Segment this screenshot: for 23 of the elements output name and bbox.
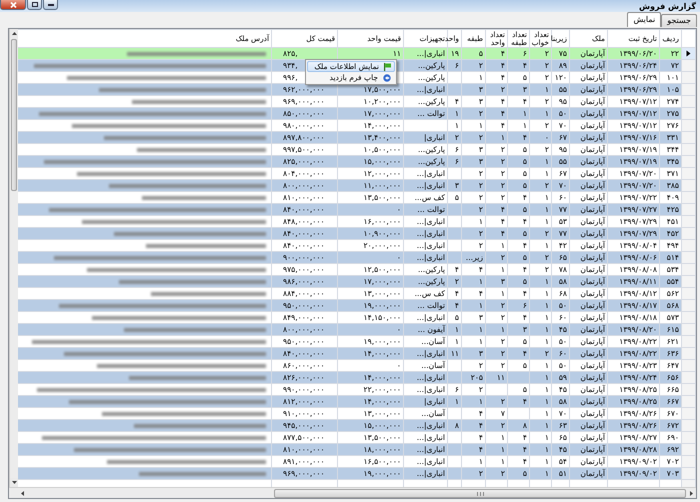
disc-icon xyxy=(383,74,391,82)
row-pointer-icon xyxy=(686,50,691,57)
grip-icon xyxy=(476,492,484,496)
maximize-icon xyxy=(32,2,38,7)
close-button[interactable] xyxy=(0,0,26,10)
minimize-icon xyxy=(48,3,54,6)
scroll-thumb[interactable] xyxy=(11,39,17,191)
scroll-up-button[interactable] xyxy=(10,29,18,38)
minimize-button[interactable] xyxy=(43,0,58,10)
window-title: گزارش فروش xyxy=(638,0,697,12)
right-arrow-icon xyxy=(690,491,692,496)
flag-icon xyxy=(384,62,391,70)
horizontal-scrollbar[interactable] xyxy=(9,487,696,498)
close-icon xyxy=(10,2,16,8)
down-arrow-icon xyxy=(12,481,16,484)
up-arrow-icon xyxy=(12,32,16,35)
scroll-thumb[interactable] xyxy=(274,489,686,498)
tab[interactable]: جستجو xyxy=(661,14,697,27)
left-arrow-icon xyxy=(20,491,24,496)
scroll-down-button[interactable] xyxy=(10,478,18,487)
vertical-scrollbar[interactable] xyxy=(9,29,18,487)
tab[interactable]: نمایش xyxy=(627,12,662,27)
maximize-button[interactable] xyxy=(27,0,42,10)
